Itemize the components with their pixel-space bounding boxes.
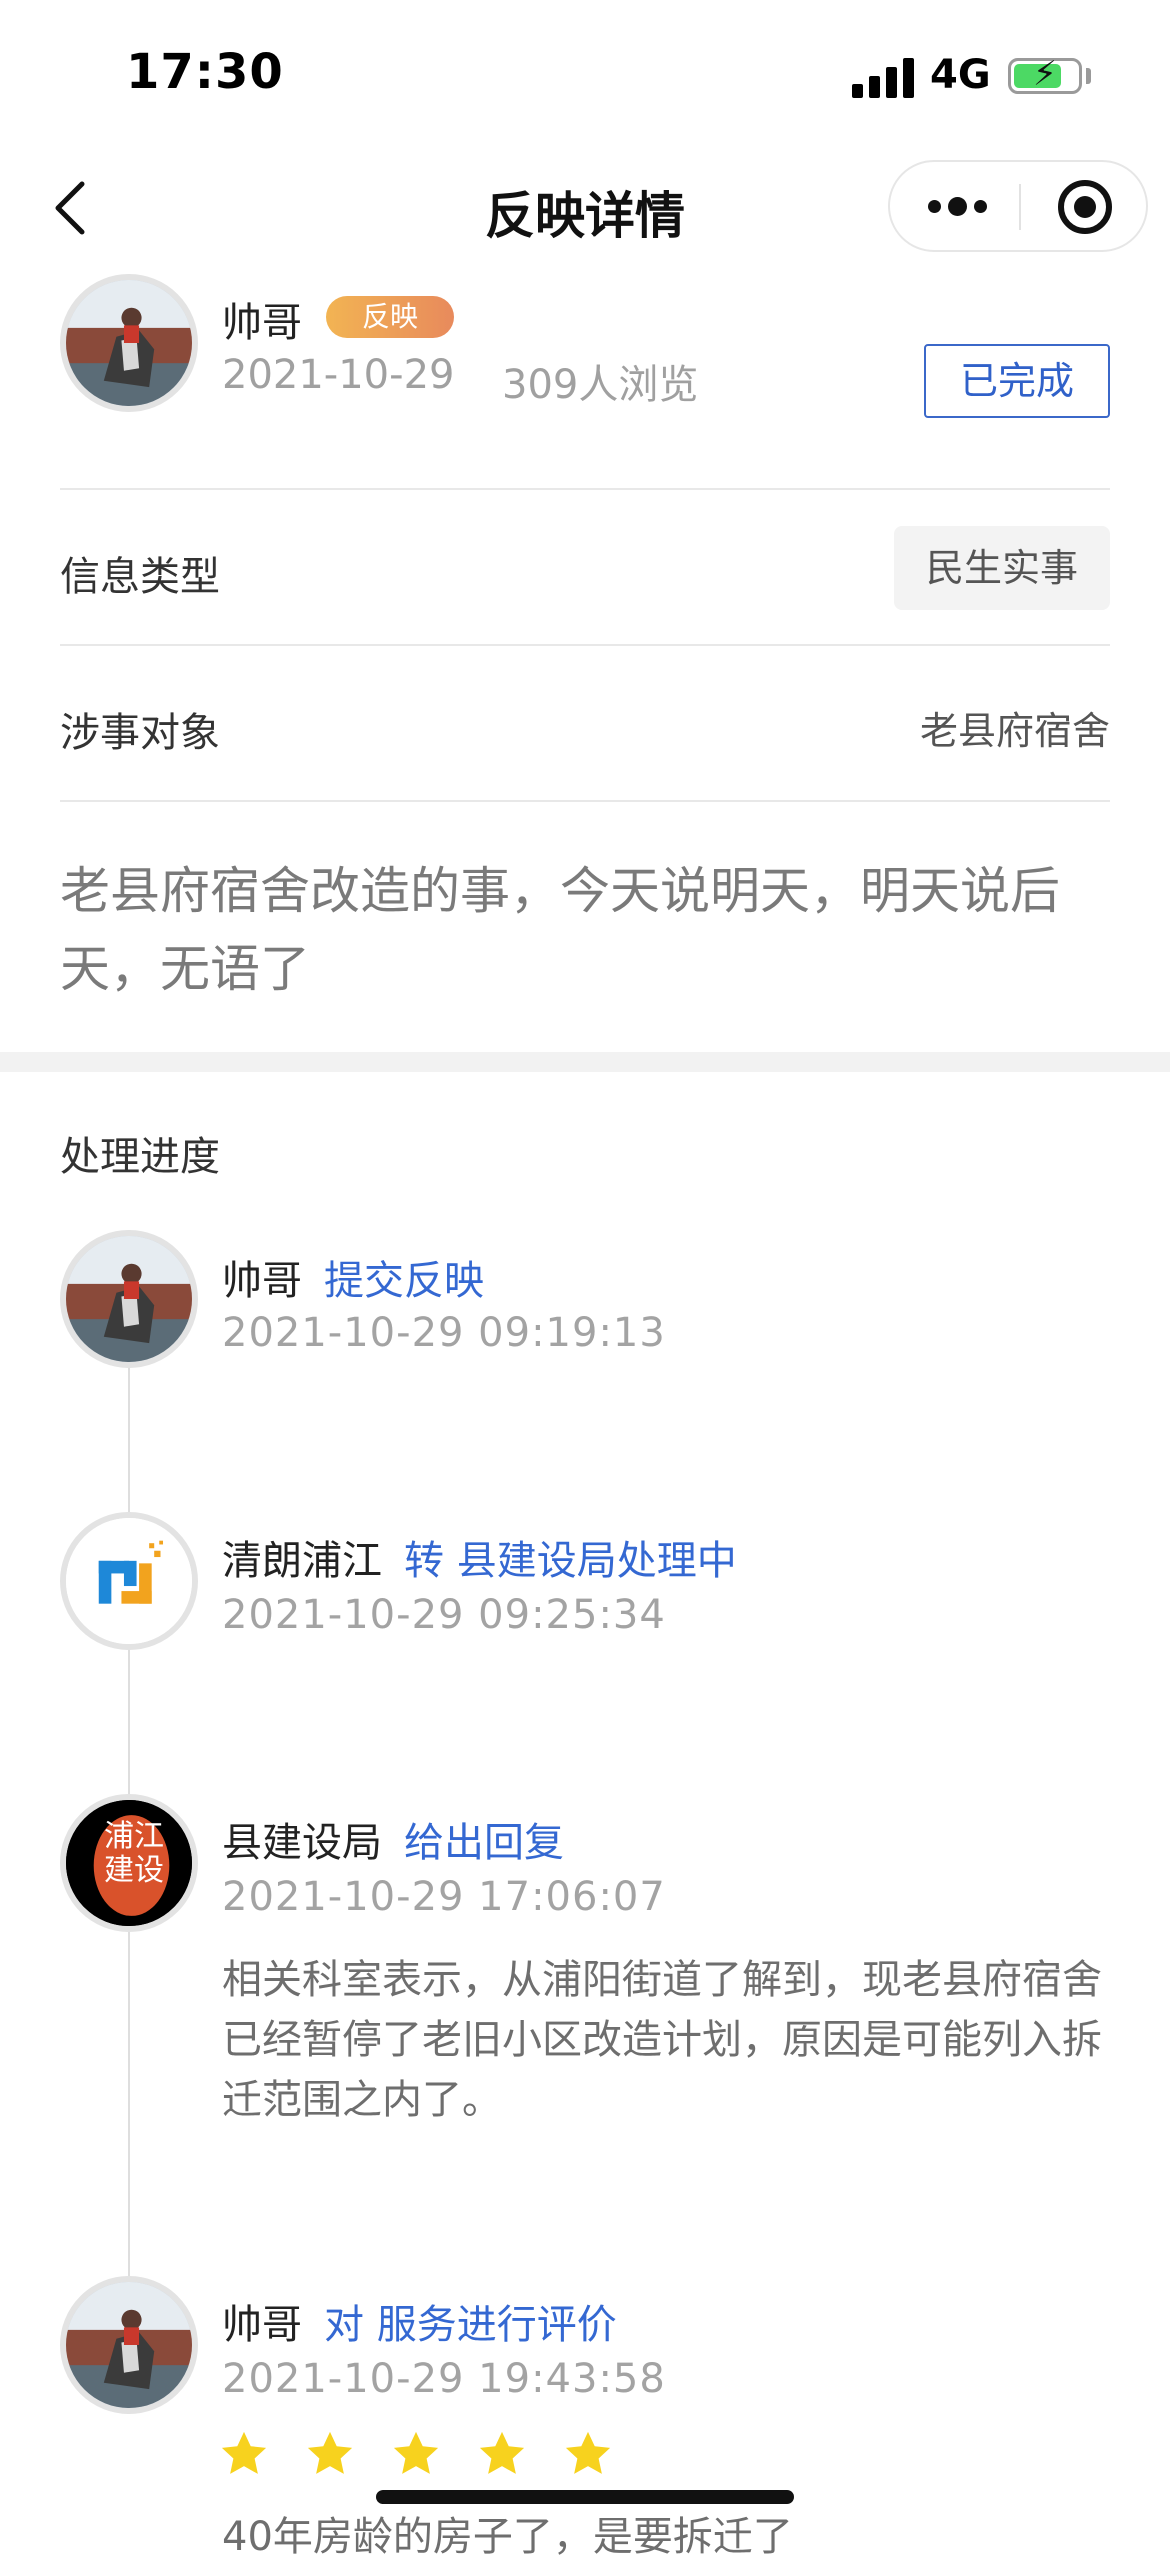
step-action: 转 县建设局处理中 [404, 1538, 737, 1584]
progress-title: 处理进度 [60, 1134, 220, 1180]
rating-comment: 40年房龄的房子了，是要拆迁了 [222, 2514, 793, 2560]
step-time: 2021-10-29 09:19:13 [222, 1310, 666, 1356]
step-avatar [60, 2276, 198, 2414]
reply-text: 相关科室表示，从浦阳街道了解到，现老县府宿舍已经暂停了老旧小区改造计划，原因是可… [222, 1957, 1102, 2123]
capsule-divider [1019, 184, 1021, 230]
capsule-menu [888, 160, 1148, 252]
home-indicator [376, 2490, 794, 2504]
signal-icon [852, 58, 914, 98]
network-label: 4G [930, 52, 991, 98]
type-tag: 反映 [326, 296, 454, 338]
section-separator [0, 1052, 1170, 1072]
divider [60, 488, 1110, 490]
avatar[interactable] [60, 274, 198, 412]
step-header: 帅哥对 服务进行评价 [222, 2292, 617, 2350]
step-actor: 帅哥 [222, 2302, 302, 2348]
post-date: 2021-10-29 [222, 352, 455, 398]
close-miniprogram-icon[interactable] [1058, 180, 1112, 234]
subject-value: 老县府宿舍 [919, 709, 1110, 753]
step-time: 2021-10-29 19:43:58 [222, 2356, 666, 2402]
step-action: 给出回复 [404, 1820, 564, 1866]
star-icon [562, 2428, 614, 2480]
seal-text: 浦江建设 [104, 1819, 164, 1888]
battery-icon: ⚡ [1008, 54, 1082, 94]
step-header: 清朗浦江转 县建设局处理中 [222, 1528, 737, 1586]
info-type-chip: 民生实事 [894, 526, 1110, 610]
subject-label: 涉事对象 [60, 710, 220, 756]
info-type-label: 信息类型 [60, 554, 220, 600]
step-header: 帅哥 提交反映 [222, 1248, 484, 1306]
step-time: 2021-10-29 09:25:34 [222, 1592, 666, 1638]
step-time: 2021-10-29 17:06:07 [222, 1874, 666, 1920]
star-icon [304, 2428, 356, 2480]
star-icon [218, 2428, 270, 2480]
step-actor: 县建设局 [222, 1820, 382, 1866]
step-avatar [60, 1230, 198, 1368]
step-actor: 清朗浦江 [222, 1538, 382, 1584]
step-action: 提交反映 [324, 1258, 484, 1304]
view-count: 309人浏览 [502, 362, 699, 408]
rating-stars [218, 2428, 648, 2480]
author-name: 帅哥 [222, 300, 302, 346]
step-avatar [60, 1512, 198, 1650]
post-content: 老县府宿舍改造的事，今天说明天，明天说后天，无语了 [60, 862, 1060, 998]
step-action: 对 服务进行评价 [324, 2302, 617, 2348]
battery-tip [1086, 68, 1091, 84]
step-actor: 帅哥 [222, 1258, 302, 1304]
star-icon [390, 2428, 442, 2480]
status-time: 17:30 [126, 44, 284, 100]
charging-icon: ⚡ [1033, 54, 1057, 94]
more-icon[interactable] [928, 192, 988, 222]
divider [60, 644, 1110, 646]
star-icon [476, 2428, 528, 2480]
status-button[interactable]: 已完成 [924, 344, 1110, 418]
divider [60, 800, 1110, 802]
step-header: 县建设局 给出回复 [222, 1810, 564, 1868]
